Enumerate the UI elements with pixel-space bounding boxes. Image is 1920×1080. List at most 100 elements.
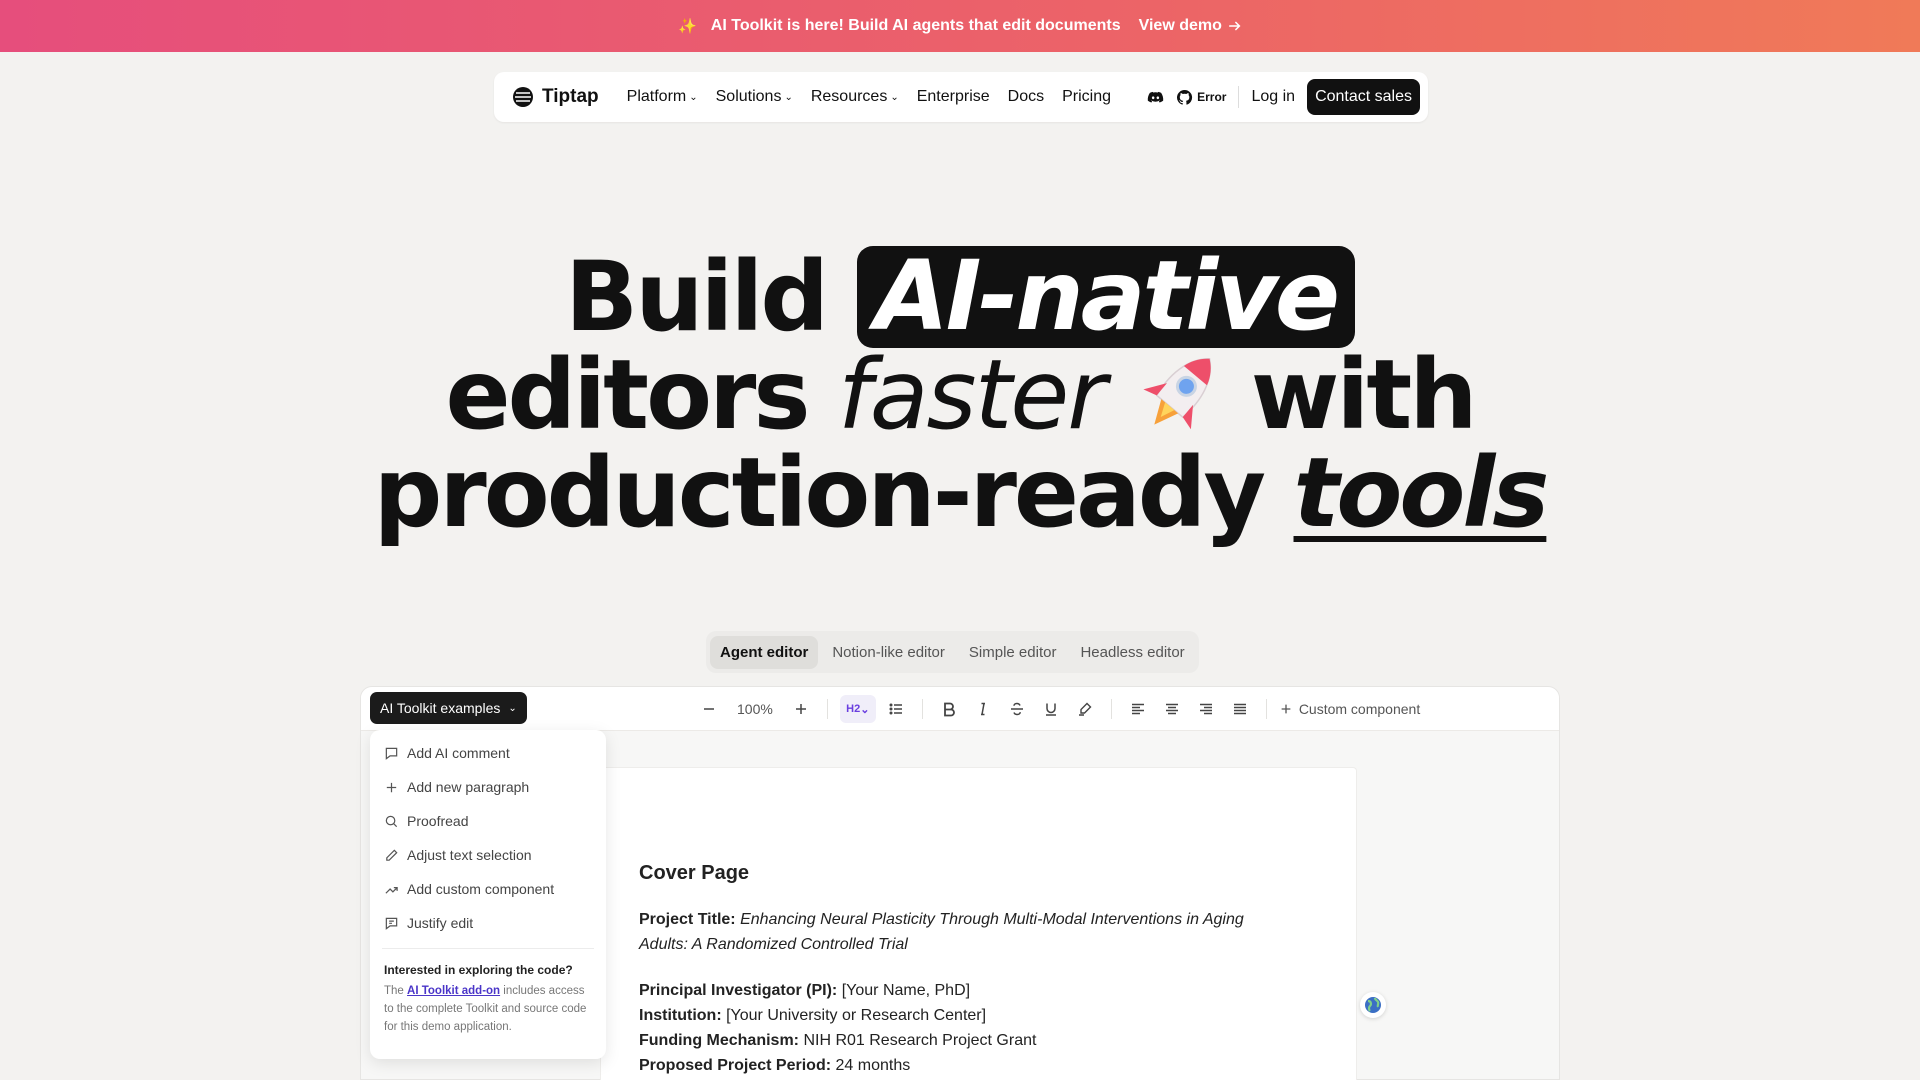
tiptap-logo-icon [513,87,533,107]
tab-agent-editor[interactable]: Agent editor [710,635,819,669]
contact-sales-button[interactable]: Contact sales [1307,79,1420,115]
list-icon [889,703,902,715]
align-left-icon [1131,703,1144,715]
highlight-button[interactable] [1071,695,1099,723]
ai-toolkit-examples-button[interactable]: AI Toolkit examples ⌄ [370,692,527,724]
document-content[interactable]: Cover Page Project Title: Enhancing Neur… [639,862,1259,1078]
tab-simple-editor[interactable]: Simple editor [959,636,1067,669]
align-right-button[interactable] [1192,695,1220,723]
hero-line-3: production-ready tools [0,444,1920,542]
announcement-bar: ✨ AI Toolkit is here! Build AI agents th… [0,0,1920,52]
menu-item-add-new-paragraph[interactable]: Add new paragraph [376,770,600,804]
period-value: 24 months [835,1057,911,1074]
plus-icon [795,704,806,714]
brand-logo[interactable]: Tiptap [512,86,599,108]
hero-headline: Build AI-native editors faster with prod… [0,246,1920,542]
italic-button[interactable] [969,695,997,723]
ai-toolkit-addon-link[interactable]: AI Toolkit add-on [407,985,500,997]
top-navbar: Tiptap Platform ⌄ Solutions ⌄ Resources ⌄ E… [494,72,1428,122]
menu-item-add-ai-comment[interactable]: Add AI comment [376,736,600,770]
doc-institution: Institution: [Your University or Researc… [639,1003,1259,1028]
hero-line-1: Build AI-native [0,246,1920,348]
code-note-title: Interested in exploring the code? [384,963,573,977]
align-left-button[interactable] [1124,695,1152,723]
nav-solutions[interactable]: Solutions ⌄ [716,88,793,106]
sparkle-icon: ✨ [678,18,697,35]
tab-headless-editor[interactable]: Headless editor [1070,636,1194,669]
discord-link[interactable] [1147,89,1164,106]
project-title-label: Project Title: [639,911,736,928]
custom-component-button[interactable]: Custom component [1279,701,1420,717]
menu-item-adjust-text-selection[interactable]: Adjust text selection [376,838,600,872]
underline-button[interactable] [1037,695,1065,723]
view-demo-link[interactable]: View demo [1139,17,1242,35]
hero-word-build: Build [565,241,829,353]
zoom-in-button[interactable] [787,695,815,723]
pencil-icon [386,848,398,861]
doc-project-title: Project Title: Enhancing Neural Plastici… [639,907,1259,957]
comment-icon [385,747,398,760]
nav-resources[interactable]: Resources ⌄ [811,88,899,106]
institution-label: Institution: [639,1007,722,1024]
align-justify-button[interactable] [1226,695,1254,723]
list-dropdown[interactable] [882,695,910,723]
plus-icon [386,782,397,792]
hero-word-editors: editors [445,339,810,451]
nav-docs-label: Docs [1007,88,1045,105]
nav-pricing[interactable]: Pricing [1062,88,1111,106]
github-link[interactable]: Error [1176,89,1226,106]
nav-links: Platform ⌄ Solutions ⌄ Resources ⌄ Enterpri… [627,88,1111,106]
period-label: Proposed Project Period: [639,1057,832,1074]
floating-widget[interactable] [1360,992,1386,1018]
menu-item-add-custom-component[interactable]: Add custom component [376,872,600,906]
rocket-icon [1143,357,1211,429]
chevron-down-icon: ⌄ [689,92,698,103]
toolbar-divider [1265,699,1267,719]
menu-item-label: Add custom component [407,881,555,897]
strikethrough-icon [1010,702,1023,716]
nav-actions: Error Log in Contact sales [1147,79,1420,115]
toolbar-divider [1110,699,1112,719]
italic-icon [980,702,985,716]
toolbar-controls: 100% H2 ⌄ Custom component [695,687,1420,731]
nav-docs[interactable]: Docs [1008,88,1044,106]
editor-toolbar: AI Toolkit examples ⌄ 100% H2 ⌄ Custom c… [361,687,1559,731]
nav-resources-label: Resources [810,88,888,105]
heading-label: H2 [846,703,861,715]
discord-icon [1147,91,1164,102]
nav-platform[interactable]: Platform ⌄ [627,88,698,106]
menu-item-label: Proofread [407,813,469,829]
strike-button[interactable] [1003,695,1031,723]
align-center-icon [1165,703,1178,715]
align-justify-icon [1233,703,1246,715]
nav-enterprise[interactable]: Enterprise [917,88,990,106]
chevron-down-icon: ⌄ [890,92,899,103]
nav-divider [1238,86,1240,108]
bold-button[interactable] [935,695,963,723]
menu-item-proofread[interactable]: Proofread [376,804,600,838]
heading-dropdown[interactable]: H2 ⌄ [839,695,876,723]
doc-pi: Principal Investigator (PI): [Your Name,… [639,978,1259,1003]
menu-item-justify-edit[interactable]: Justify edit [376,906,600,940]
nav-enterprise-label: Enterprise [916,88,990,105]
zoom-level: 100% [737,701,773,717]
bold-icon [943,702,955,717]
login-link[interactable]: Log in [1251,88,1295,106]
menu-item-label: Justify edit [407,915,474,931]
institution-value: [Your University or Research Center] [726,1007,987,1024]
github-icon [1177,89,1193,105]
doc-heading: Cover Page [639,862,750,884]
zoom-out-button[interactable] [695,695,723,723]
code-note-prefix: The [384,985,404,997]
funding-label: Funding Mechanism: [639,1032,799,1049]
code-note: Interested in exploring the code? The AI… [376,959,600,1038]
tab-notion-like-editor[interactable]: Notion-like editor [822,636,955,669]
align-center-button[interactable] [1158,695,1186,723]
trend-icon [385,886,398,894]
menu-item-label: Add AI comment [407,745,510,761]
hero-word-tools: tools [1293,437,1550,549]
toolbar-divider [826,699,828,719]
search-icon [385,815,398,827]
nav-pricing-label: Pricing [1062,88,1111,105]
hero-word-production: production-ready [373,437,1266,549]
